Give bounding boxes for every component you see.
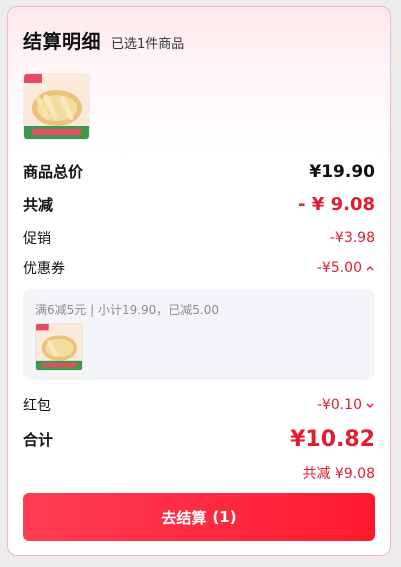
total-reduction-row: 共减 - ¥ 9.08: [23, 194, 375, 215]
redpack-value-wrap[interactable]: -¥0.10: [317, 397, 375, 413]
promo-row: 促销 -¥3.98: [23, 228, 375, 248]
chevron-up-icon[interactable]: [365, 263, 375, 273]
redpack-label: 红包: [23, 398, 51, 414]
coupon-value: -¥5.00: [316, 260, 362, 276]
goods-total-label: 商品总价: [23, 163, 84, 181]
selected-count: 已选1件商品: [111, 37, 185, 52]
total-label: 合计: [23, 431, 54, 449]
goods-total-value: ¥19.90: [309, 161, 375, 182]
panel-header: 结算明细 已选1件商品: [23, 27, 184, 54]
checkout-button[interactable]: 去结算 (1): [23, 493, 375, 541]
goods-total-row: 商品总价 ¥19.90: [23, 161, 375, 182]
redpack-row[interactable]: 红包 -¥0.10: [23, 395, 375, 415]
total-reduction-value: - ¥ 9.08: [298, 194, 375, 215]
checkout-label: 去结算: [161, 508, 207, 527]
checkout-count: (1): [212, 508, 237, 526]
promo-label: 促销: [23, 231, 51, 247]
checkout-detail-panel: 结算明细 已选1件商品 商品总价 ¥19.90 共减 - ¥ 9.08 促销 -…: [7, 6, 391, 556]
promo-value: -¥3.98: [329, 230, 375, 246]
total-value: ¥10.82: [290, 427, 375, 452]
total-row: 合计 ¥10.82: [23, 427, 375, 452]
redpack-value: -¥0.10: [316, 397, 362, 413]
product-image[interactable]: [23, 73, 90, 140]
coupon-product-image: [35, 323, 83, 371]
total-reduction-sub: 共减 ¥9.08: [302, 466, 375, 482]
chevron-down-icon[interactable]: [365, 400, 375, 410]
total-reduction-label: 共减: [23, 196, 54, 214]
coupon-label: 优惠券: [23, 261, 65, 277]
coupon-value-wrap[interactable]: -¥5.00: [317, 260, 375, 276]
panel-title: 结算明细: [23, 31, 102, 53]
coupon-detail-box: 满6减5元 | 小计19.90，已减5.00: [23, 289, 375, 380]
coupon-detail-text: 满6减5元 | 小计19.90，已减5.00: [35, 303, 220, 317]
coupon-row[interactable]: 优惠券 -¥5.00: [23, 258, 375, 278]
